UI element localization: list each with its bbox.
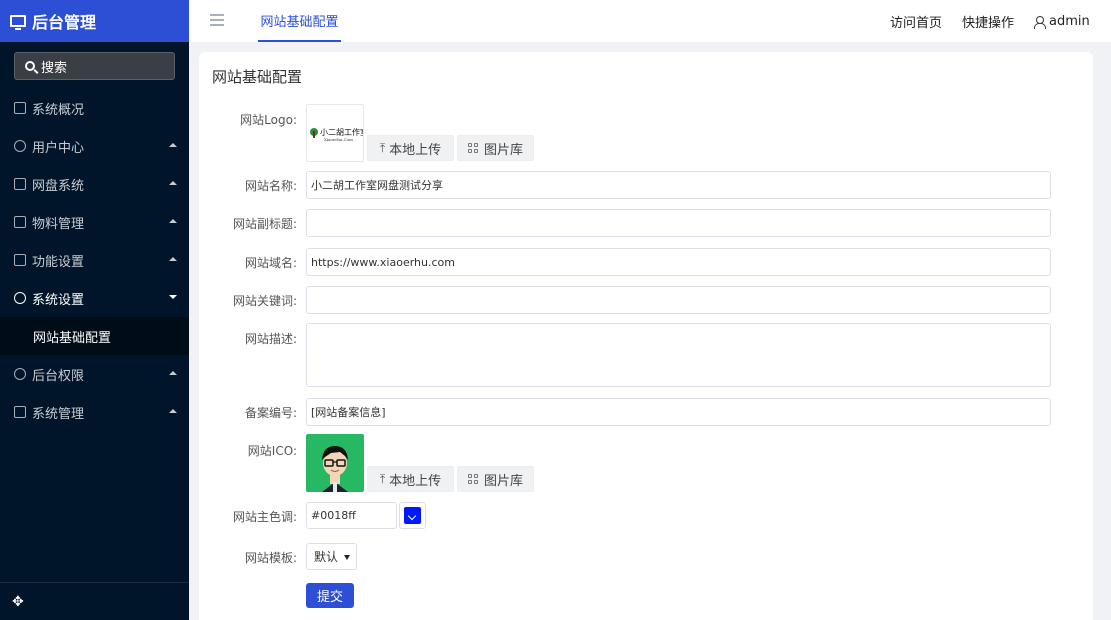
sidebar-item-label: 功能设置 bbox=[32, 254, 85, 270]
sidebar-item-materials[interactable]: 物料管理 bbox=[0, 203, 189, 241]
sidebar-item-label: 物料管理 bbox=[32, 216, 85, 232]
site-description-textarea[interactable] bbox=[306, 323, 1051, 387]
users-icon bbox=[14, 140, 26, 152]
caret-down-icon bbox=[169, 295, 177, 299]
site-keywords-input[interactable] bbox=[306, 286, 1051, 314]
gallery-label: 图片库 bbox=[483, 142, 523, 158]
sidebar-item-label: 网盘系统 bbox=[32, 178, 85, 194]
username: admin bbox=[1049, 13, 1090, 29]
search-label: 搜索 bbox=[41, 60, 68, 76]
svg-text:Xiaoerhu.Com: Xiaoerhu.Com bbox=[324, 137, 353, 142]
sidebar-item-admin-permissions[interactable]: 后台权限 bbox=[0, 355, 189, 393]
sidebar-item-overview[interactable]: 系统概况 bbox=[0, 89, 189, 127]
color-label: 网站主色调: bbox=[232, 510, 297, 524]
color-picker[interactable] bbox=[399, 502, 426, 529]
logo-label: 网站Logo: bbox=[240, 113, 297, 127]
monitor-icon bbox=[14, 406, 26, 418]
quick-actions-link[interactable]: 快捷操作 bbox=[962, 0, 1014, 42]
caret-up-icon bbox=[169, 371, 177, 375]
sidebar-item-label: 后台权限 bbox=[32, 368, 85, 384]
sidebar-item-label: 系统概况 bbox=[32, 102, 85, 118]
color-text-input[interactable]: #0018ff bbox=[306, 502, 397, 529]
sidebar-subitem-label: 网站基础配置 bbox=[33, 330, 112, 346]
grid-icon bbox=[467, 473, 479, 485]
subtitle-label: 网站副标题: bbox=[232, 217, 297, 231]
sidebar-item-netdisk[interactable]: 网盘系统 bbox=[0, 165, 189, 203]
page-title: 网站基础配置 bbox=[212, 68, 303, 86]
tab-site-config[interactable]: 网站基础配置 bbox=[258, 0, 341, 42]
sidebar-subitem-site-config[interactable]: 网站基础配置 bbox=[0, 317, 189, 355]
document-icon bbox=[14, 216, 26, 228]
logo-image: 小二胡工作室 Xiaoerhu.Com bbox=[307, 105, 364, 161]
gallery-label: 图片库 bbox=[483, 473, 523, 489]
caret-up-icon bbox=[169, 409, 177, 413]
logo-upload-button[interactable]: ⤒ 本地上传 bbox=[367, 135, 454, 161]
app-title: 后台管理 bbox=[32, 13, 97, 32]
upload-icon: ⤒ bbox=[379, 140, 386, 155]
folder-icon bbox=[14, 178, 26, 190]
grid-icon bbox=[467, 142, 479, 154]
user-circle-icon bbox=[14, 368, 26, 380]
sidebar-footer: ✥ bbox=[0, 582, 189, 620]
logo-gallery-button[interactable]: 图片库 bbox=[457, 135, 534, 161]
sidebar-item-label: 用户中心 bbox=[32, 140, 85, 156]
site-subtitle-input[interactable] bbox=[306, 209, 1051, 237]
logo-preview: 小二胡工作室 Xiaoerhu.Com bbox=[306, 104, 364, 162]
svg-text:小二胡工作室: 小二胡工作室 bbox=[320, 127, 364, 137]
user-menu[interactable]: admin bbox=[1034, 0, 1090, 42]
avatar-image bbox=[306, 434, 364, 492]
monitor-icon bbox=[10, 15, 26, 30]
search-input[interactable]: 搜索 bbox=[14, 52, 175, 80]
template-selected: 默认 bbox=[314, 550, 339, 564]
name-label: 网站名称: bbox=[244, 179, 297, 193]
dropdown-arrow-icon bbox=[344, 555, 350, 560]
sidebar-item-label: 系统设置 bbox=[32, 292, 85, 308]
sidebar: 后台管理 搜索 系统概况 用户中心 网盘系统 物料管理 功能设置 系统设置 网站… bbox=[0, 0, 189, 620]
sidebar-item-features[interactable]: 功能设置 bbox=[0, 241, 189, 279]
gear-icon bbox=[14, 292, 26, 304]
site-domain-input[interactable]: https://www.xiaoerhu.com bbox=[306, 248, 1051, 276]
icp-label: 备案编号: bbox=[244, 406, 297, 420]
caret-up-icon bbox=[169, 143, 177, 147]
tools-icon bbox=[14, 254, 26, 266]
settings-card: 网站基础配置 网站Logo: 小二胡工作室 Xiaoerhu.Com ⤒ 本地上… bbox=[199, 52, 1093, 620]
move-icon[interactable]: ✥ bbox=[12, 594, 24, 610]
sidebar-item-users[interactable]: 用户中心 bbox=[0, 127, 189, 165]
caret-up-icon bbox=[169, 181, 177, 185]
upload-label: 本地上传 bbox=[389, 473, 442, 489]
submit-button[interactable]: 提交 bbox=[306, 583, 354, 608]
template-label: 网站模板: bbox=[244, 551, 297, 565]
template-select[interactable]: 默认 bbox=[306, 543, 357, 570]
caret-up-icon bbox=[169, 257, 177, 261]
sidebar-item-label: 系统管理 bbox=[32, 406, 85, 422]
home-icon bbox=[14, 102, 26, 114]
caret-up-icon bbox=[169, 219, 177, 223]
description-label: 网站描述: bbox=[244, 332, 297, 346]
icp-number-input[interactable]: [网站备案信息] bbox=[306, 398, 1051, 426]
sidebar-item-system-settings[interactable]: 系统设置 bbox=[0, 279, 189, 317]
domain-label: 网站域名: bbox=[244, 256, 297, 270]
visit-home-link[interactable]: 访问首页 bbox=[890, 0, 942, 42]
sidebar-item-system-management[interactable]: 系统管理 bbox=[0, 393, 189, 431]
search-icon bbox=[25, 61, 35, 71]
upload-label: 本地上传 bbox=[389, 142, 442, 158]
user-icon bbox=[1034, 15, 1046, 29]
brand[interactable]: 后台管理 bbox=[0, 0, 189, 42]
upload-icon: ⤒ bbox=[379, 471, 386, 486]
ico-label: 网站ICO: bbox=[247, 444, 297, 458]
top-header: 网站基础配置 访问首页 快捷操作 admin bbox=[189, 0, 1111, 42]
site-name-input[interactable]: 小二胡工作室网盘测试分享 bbox=[306, 171, 1051, 199]
ico-upload-button[interactable]: ⤒ 本地上传 bbox=[367, 466, 454, 492]
ico-preview bbox=[306, 434, 364, 492]
keywords-label: 网站关键词: bbox=[232, 294, 297, 308]
ico-gallery-button[interactable]: 图片库 bbox=[457, 466, 534, 492]
menu-toggle-icon[interactable] bbox=[210, 14, 224, 26]
color-swatch bbox=[404, 507, 421, 524]
